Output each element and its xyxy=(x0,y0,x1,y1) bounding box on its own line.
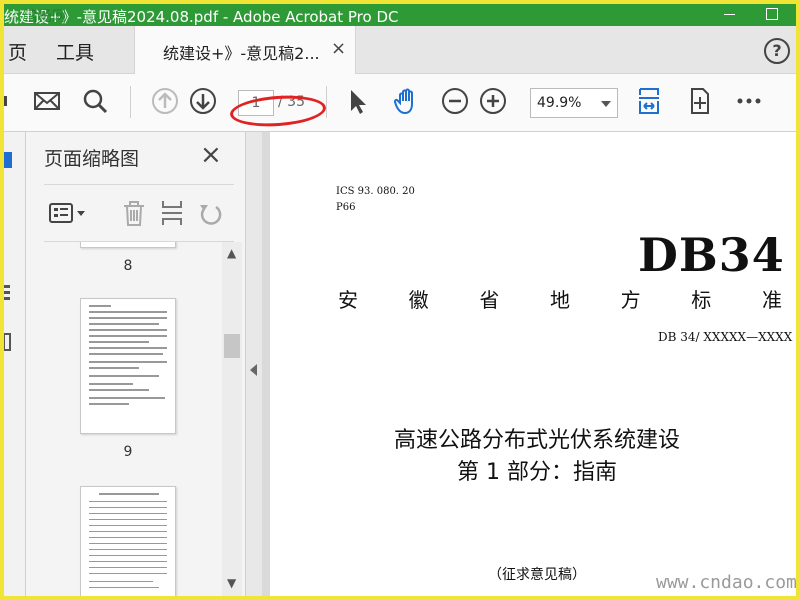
standard-code: DB 34/ XXXXX—XXXX xyxy=(658,330,793,344)
panel-toolbar xyxy=(44,184,234,242)
select-cursor-icon[interactable] xyxy=(342,86,372,116)
rotate-icon[interactable] xyxy=(194,197,226,229)
panel-splitter[interactable] xyxy=(246,132,262,596)
thumbnails-panel: 页面缩略图 × 8 9 ▲ ▼ xyxy=(26,132,246,596)
category-char: 标 xyxy=(691,288,712,312)
toolbar-divider xyxy=(130,86,131,118)
zoom-select[interactable]: 49.9% xyxy=(530,88,618,118)
class-code: P66 xyxy=(336,202,356,213)
full-screen-icon[interactable] xyxy=(684,86,714,116)
thumbnail-page-number: 9 xyxy=(123,444,133,460)
category-char: 地 xyxy=(549,288,570,312)
acrobat-window: 统建设+》-意见稿2024.08.pdf - Adobe Acrobat Pro… xyxy=(4,4,796,596)
zoom-in-icon[interactable] xyxy=(478,86,508,116)
menu-tools[interactable]: 工具 xyxy=(56,38,94,65)
thumbnail-page-number: 8 xyxy=(123,258,133,274)
insert-page-icon[interactable] xyxy=(156,197,188,229)
scroll-thumb[interactable] xyxy=(224,334,240,358)
tab-document-label: 统建设+》-意见稿2... xyxy=(163,44,320,63)
document-view[interactable]: ICS 93. 080. 20 P66 DB34 安 徽 省 地 方 标 准 D… xyxy=(262,132,796,596)
chevron-down-icon xyxy=(601,101,611,107)
thumbnail-scrollbar[interactable]: ▲ ▼ xyxy=(222,242,242,596)
attachments-nav-icon[interactable] xyxy=(4,332,14,352)
delete-icon[interactable] xyxy=(118,197,150,229)
category-char: 省 xyxy=(479,288,500,312)
zoom-out-icon[interactable] xyxy=(440,86,470,116)
document-subtitle: 第 1 部分：指南 xyxy=(457,460,617,485)
category-char: 准 xyxy=(761,288,782,312)
category-char: 方 xyxy=(620,288,641,312)
tab-close-button[interactable]: × xyxy=(331,38,346,59)
mail-icon[interactable] xyxy=(32,86,62,116)
layers-nav-icon[interactable] xyxy=(4,282,14,302)
more-options-icon[interactable] xyxy=(734,86,764,116)
left-nav-strip xyxy=(4,132,26,596)
scroll-up-icon[interactable]: ▲ xyxy=(227,246,236,260)
document-title: 高速公路分布式光伏系统建设 xyxy=(393,428,680,453)
thumbnail-page[interactable] xyxy=(80,486,176,596)
panel-title: 页面缩略图 xyxy=(44,148,140,170)
menu-home[interactable]: 页 xyxy=(8,38,27,65)
thumbnail-list: 8 9 xyxy=(44,242,222,596)
site-watermark: www.cndao.com xyxy=(656,572,796,593)
standard-id: DB34 xyxy=(638,228,785,282)
thumbnails-nav-icon[interactable] xyxy=(4,150,14,170)
panel-close-button[interactable]: × xyxy=(200,140,222,170)
toolbar-divider xyxy=(326,86,327,118)
hand-tool-icon[interactable] xyxy=(392,86,422,116)
collapse-panel-icon[interactable] xyxy=(250,364,257,376)
tab-document[interactable]: 统建设+》-意见稿2... × xyxy=(134,26,356,75)
scroll-down-icon[interactable]: ▼ xyxy=(227,576,236,590)
print-icon[interactable] xyxy=(4,86,24,116)
fit-page-icon[interactable] xyxy=(634,86,664,116)
category-char: 安 xyxy=(338,288,358,312)
next-page-icon[interactable] xyxy=(188,86,218,116)
help-button[interactable]: ? xyxy=(764,38,790,64)
minimize-button[interactable] xyxy=(720,4,740,24)
document-page: ICS 93. 080. 20 P66 DB34 安 徽 省 地 方 标 准 D… xyxy=(270,132,796,596)
category-char: 徽 xyxy=(408,288,429,312)
watermark-logo: 清杨网 xyxy=(24,9,66,25)
maximize-button[interactable] xyxy=(766,8,778,20)
standard-category: 安 徽 省 地 方 标 准 xyxy=(338,284,782,313)
prev-page-icon[interactable] xyxy=(150,86,180,116)
options-menu-icon[interactable] xyxy=(46,197,90,229)
thumbnail-page[interactable] xyxy=(80,242,176,248)
title-bar: 统建设+》-意见稿2024.08.pdf - Adobe Acrobat Pro… xyxy=(4,4,796,26)
main-toolbar: 1 / 35 49.9% xyxy=(4,74,796,132)
thumbnail-page[interactable] xyxy=(80,298,176,434)
search-icon[interactable] xyxy=(80,86,110,116)
zoom-value: 49.9% xyxy=(537,95,582,111)
ics-code: ICS 93. 080. 20 xyxy=(336,186,415,197)
tab-bar: 页 工具 统建设+》-意见稿2... × ? xyxy=(4,26,796,75)
